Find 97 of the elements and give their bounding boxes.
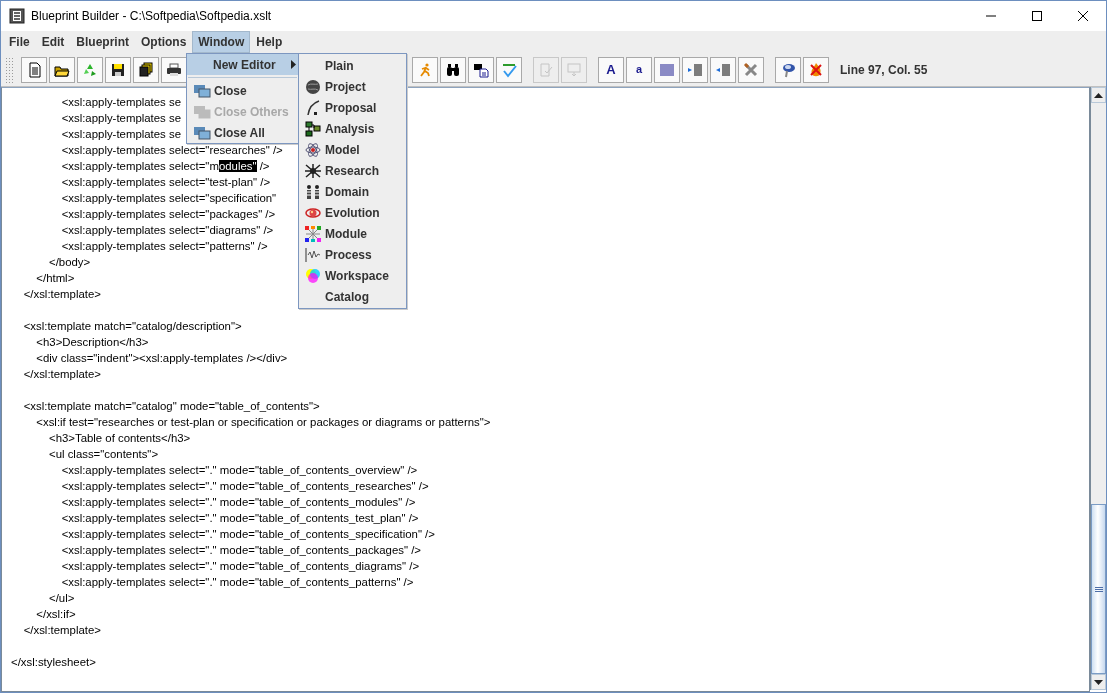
scroll-up-button[interactable] [1091, 87, 1106, 103]
toolbar-button[interactable] [133, 56, 159, 83]
code-line: <h3>Description</h3> [35, 335, 149, 350]
flame-icon [808, 61, 824, 78]
indent-icon [687, 61, 703, 78]
code-line: <h3>Table of contents</h3> [47, 431, 191, 446]
code-text: /> [258, 160, 270, 172]
code-line: <xsl:apply-templates select="." mode="table_of_contents_test_plan" /> [60, 511, 419, 526]
menu-item[interactable]: Close [187, 80, 298, 101]
code-line: <xsl:apply-templates select="." mode="table_of_contents_overview" /> [60, 463, 418, 478]
code-line: <xsl:apply-templates se [60, 95, 181, 110]
menu-item[interactable]: Options [135, 31, 193, 53]
menu-item[interactable]: Window [192, 31, 251, 53]
menu-item[interactable]: Proposal [299, 97, 406, 118]
code-line: </xsl:stylesheet> [11, 655, 96, 670]
code-line: <xsl:apply-templates se [60, 111, 181, 126]
code-line: </xsl:template> [22, 623, 101, 638]
code-line: <div class="indent"><xsl:apply-templates /></div> [35, 351, 288, 366]
code-line: <xsl:apply-templates select="." mode="table_of_contents_researches" /> [60, 479, 429, 494]
close-icon [1078, 11, 1088, 21]
code-line: <xsl:apply-templates select="." mode="table_of_contents_specification" /> [60, 527, 435, 542]
tools-icon [743, 61, 759, 78]
network-icon [305, 225, 321, 242]
code-line: <xsl:apply-templates select="." mode="table_of_contents_patterns" /> [60, 575, 414, 590]
font-button[interactable]: a [626, 56, 652, 83]
maximize-icon [1032, 11, 1042, 21]
menu-item[interactable]: Workspace [299, 265, 406, 286]
menu-item[interactable]: Evolution [299, 202, 406, 223]
code-line: <xsl:if test="researches or test-plan or specification or packages or diagrams or patterns"> [35, 415, 491, 430]
menu-item[interactable]: Help [250, 31, 289, 53]
menu-item[interactable]: Model [299, 139, 406, 160]
menu-item[interactable]: Module [299, 223, 406, 244]
toolbar-button[interactable] [775, 56, 801, 83]
scroll-down-button[interactable] [1091, 674, 1106, 690]
menu-item[interactable]: New Editor [187, 54, 298, 75]
code-line: <xsl:apply-templates select="." mode="table_of_contents_diagrams" /> [60, 559, 420, 574]
code-line: <xsl:apply-templates select="test-plan" /> [60, 175, 271, 190]
code-line: <xsl:apply-templates se [60, 127, 181, 142]
quill-icon [305, 99, 321, 116]
menu-item[interactable]: Catalog [299, 286, 406, 307]
code-line: <xsl:apply-templates select="researches" /> [60, 143, 283, 158]
menu-item[interactable]: Plain [299, 55, 406, 76]
app-icon [9, 8, 25, 24]
toolbar-button[interactable] [440, 56, 466, 83]
code-line: <ul class="contents"> [47, 447, 159, 462]
down-arrow-icon [1094, 679, 1103, 685]
code-line: <xsl:apply-templates select="patterns" /> [60, 239, 268, 254]
window-title: Blueprint Builder - C:\Softpedia\Softpedia.xslt [31, 8, 273, 25]
toolbar-button[interactable] [161, 56, 187, 83]
toolbar-button[interactable] [105, 56, 131, 83]
binoculars-icon [445, 61, 461, 78]
menu-item[interactable]: Edit [35, 31, 71, 53]
menu-item[interactable]: Domain [299, 181, 406, 202]
outdent-icon [715, 61, 731, 78]
cursor-position: Line 97, Col. 55 [840, 61, 928, 79]
code-line: </ul> [47, 591, 75, 606]
menu-item[interactable]: Close All [187, 122, 298, 143]
color-wheel-icon [305, 267, 321, 284]
code-line: <xsl:apply-templates select="diagrams" /> [60, 223, 274, 238]
code-line: </xsl:template> [22, 367, 101, 382]
new-document-icon [26, 61, 42, 78]
submenu-arrow-icon [291, 60, 296, 69]
menu-item[interactable]: Blueprint [70, 31, 135, 53]
printer-icon [166, 61, 182, 78]
menu-item[interactable]: Research [299, 160, 406, 181]
document-check-icon [538, 61, 554, 78]
globe-icon [305, 78, 321, 95]
toolbar-button[interactable] [468, 56, 494, 83]
flowchart-icon [305, 120, 321, 137]
code-line: </body> [47, 255, 91, 270]
atom-icon [305, 141, 321, 158]
code-line: <xsl:apply-templates select="." mode="table_of_contents_modules" /> [60, 495, 416, 510]
waveform-icon [305, 246, 321, 263]
code-line: <xsl:apply-templates select="specification" [60, 191, 277, 206]
windows-icon [193, 103, 211, 120]
code-text: <xsl:apply-templates select="m [60, 160, 219, 172]
code-line: </html> [35, 271, 75, 286]
menu-item[interactable]: Project [299, 76, 406, 97]
grip-icon [1094, 586, 1103, 592]
scroll-thumb[interactable] [1091, 504, 1106, 674]
running-person-icon [417, 61, 433, 78]
font-button[interactable]: A [598, 56, 624, 83]
code-line: <xsl:apply-templates select="packages" /> [60, 207, 276, 222]
code-line: </xsl:template> [22, 287, 101, 302]
toolbar-button[interactable] [49, 56, 75, 83]
code-line: <xsl:apply-templates select="." mode="table_of_contents_packages" /> [60, 543, 421, 558]
code-line: </xsl:if> [35, 607, 76, 622]
save-icon [110, 61, 126, 78]
windows-icon [193, 82, 211, 99]
menu-item[interactable]: Process [299, 244, 406, 265]
windows-icon [193, 124, 211, 141]
spellcheck-icon [501, 61, 517, 78]
menu-item[interactable]: Analysis [299, 118, 406, 139]
code-line: <xsl:template match="catalog/description"> [22, 319, 242, 334]
up-arrow-icon [1094, 92, 1103, 98]
code-line: <xsl:template match="catalog" mode="table_of_contents"> [22, 399, 320, 414]
menu-item[interactable]: File [3, 31, 36, 53]
